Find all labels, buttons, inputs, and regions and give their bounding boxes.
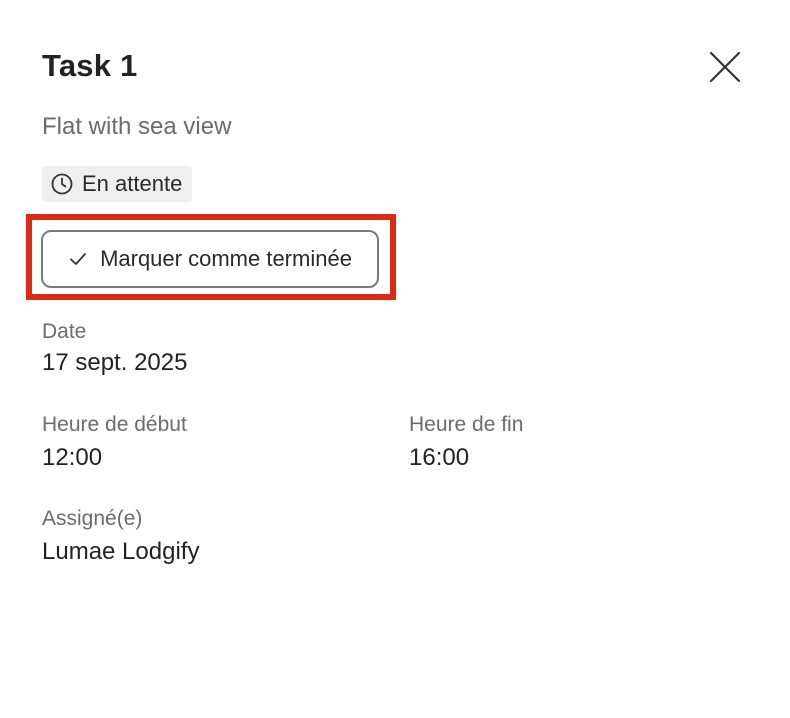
mark-as-done-label: Marquer comme terminée (100, 246, 352, 271)
status-label: En attente (82, 171, 183, 196)
mark-as-done-button[interactable]: Marquer comme terminée (41, 230, 379, 288)
end-time-value: 16:00 (409, 444, 470, 471)
start-time-value: 12:00 (42, 444, 103, 471)
close-icon (709, 51, 741, 83)
date-value: 17 sept. 2025 (42, 349, 188, 376)
task-detail-panel: Task 1 Flat with sea view En attente Mar… (0, 0, 790, 718)
start-time-label: Heure de début (42, 413, 187, 436)
status-badge: En attente (42, 166, 193, 202)
close-button[interactable] (706, 48, 744, 86)
checkmark-icon (70, 253, 86, 265)
date-label: Date (42, 320, 87, 343)
assignee-value: Lumae Lodgify (42, 538, 200, 565)
task-title: Task 1 (42, 48, 138, 83)
assignee-label: Assigné(e) (42, 507, 143, 530)
end-time-label: Heure de fin (409, 413, 524, 436)
property-name: Flat with sea view (42, 113, 232, 140)
clock-icon (51, 173, 73, 195)
